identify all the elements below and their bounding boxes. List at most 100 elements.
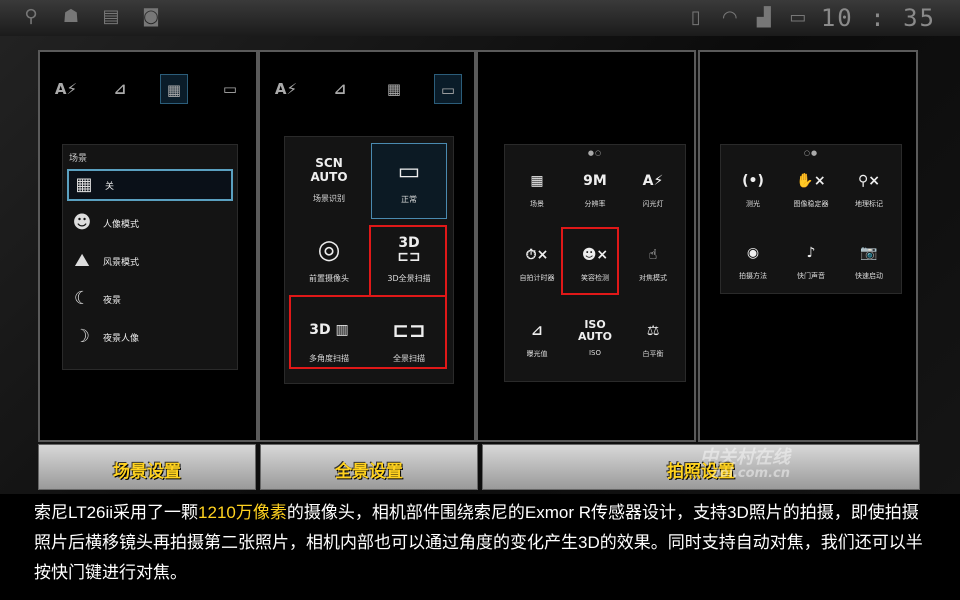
watermark-sub: zol.com.cn [712, 466, 790, 481]
setting-focus-mode[interactable]: ☝ 对焦模式 [625, 233, 681, 293]
setting-label: 快速启动 [855, 272, 883, 280]
setting-quick-launch[interactable]: 📷 快速启动 [841, 231, 897, 291]
capture-mode-menu: SCN AUTO 场景识别 ▭ 正常 ◎ 前置摄像头 3D ⊏⊐ 3D全景扫描 … [284, 136, 454, 384]
setting-label: 曝光值 [526, 350, 548, 358]
highlight-frame [561, 227, 619, 295]
setting-capture-method[interactable]: ◉ 拍摄方法 [725, 231, 781, 291]
setting-label: 场景 [530, 200, 544, 208]
capture-mode-panel: A⚡ ⊿ ▦ ▭ SCN AUTO 场景识别 ▭ 正常 ◎ 前置摄像头 3D ⊏… [258, 50, 476, 442]
music-note-icon: ♪ [806, 245, 816, 261]
capture-mode-icon[interactable]: ▭ [434, 74, 462, 104]
setting-label: 地理标记 [855, 200, 883, 208]
exposure-icon: ⊿ [531, 323, 543, 339]
settings-menu: ○● (•) 测光 ✋× 图像稳定器 ⚲× 地理标记 ◉ 拍摄方法 ♪ 快门声音 [720, 144, 902, 294]
flash-auto-icon: A⚡ [642, 173, 664, 189]
resolution-icon: 9M [583, 173, 607, 189]
setting-label: 分辨率 [584, 200, 606, 208]
usb-icon: ⚲ [24, 6, 38, 27]
flash-auto-icon[interactable]: A⚡ [52, 74, 80, 104]
front-camera-icon: ◎ [317, 235, 341, 265]
settings-panel-2: ○● (•) 测光 ✋× 图像稳定器 ⚲× 地理标记 ◉ 拍摄方法 ♪ 快门声音 [698, 50, 918, 442]
camera-app-icon: ◙ [142, 6, 160, 27]
watermark-logo: 中关村在线 zol.com.cn [700, 447, 790, 482]
scene-item-label: 人像模式 [103, 219, 140, 230]
grid-icon: ▦ [75, 174, 93, 195]
mode-scene-recognition[interactable]: SCN AUTO 场景识别 [291, 143, 367, 219]
mode-front-camera[interactable]: ◎ 前置摄像头 [291, 223, 367, 299]
clock: 10 : 35 [820, 4, 936, 32]
setting-self-timer[interactable]: ⏱× 自拍计时器 [509, 233, 565, 293]
setting-geotag[interactable]: ⚲× 地理标记 [841, 159, 897, 219]
setting-metering[interactable]: (•) 测光 [725, 159, 781, 219]
watermark-main: 中关村在线 [700, 447, 790, 468]
caption-panorama: 全景设置 [260, 444, 478, 490]
setting-white-balance[interactable]: ⚖ 白平衡 [625, 309, 681, 369]
mode-label: 场景识别 [313, 194, 345, 203]
scene-item-night[interactable]: ☾ 夜景 [67, 283, 233, 315]
caption-scene: 场景设置 [38, 444, 256, 490]
screenshot-stage: A⚡ ⊿ ▦ ▭ 场景 ▦ 关 ☻ 人像模式 ⛰ 风景模式 ☾ 夜景 ☽ 夜景人… [0, 36, 960, 494]
stabilizer-icon: ✋× [796, 173, 826, 189]
page-indicator: ○● [803, 149, 819, 157]
portrait-icon: ☻ [72, 212, 92, 233]
camera-toolbar: A⚡ ⊿ ▦ ▭ [260, 74, 474, 106]
geotag-icon: ⚲× [858, 173, 880, 189]
setting-label: ISO [588, 349, 602, 357]
setting-label: 自拍计时器 [519, 274, 555, 282]
scene-item-label: 关 [105, 181, 115, 192]
scenes-icon[interactable]: ▦ [160, 74, 188, 104]
scene-item-landscape[interactable]: ⛰ 风景模式 [67, 245, 233, 277]
scenes-icon[interactable]: ▦ [380, 74, 408, 104]
setting-iso[interactable]: ISO AUTO ISO [567, 309, 623, 369]
setting-label: 拍摄方法 [739, 272, 767, 280]
scene-menu-title: 场景 [69, 154, 88, 164]
desc-text: 索尼LT26ii采用了一颗 [34, 503, 199, 522]
scene-panel: A⚡ ⊿ ▦ ▭ 场景 ▦ 关 ☻ 人像模式 ⛰ 风景模式 ☾ 夜景 ☽ 夜景人… [38, 50, 258, 442]
scene-menu: 场景 ▦ 关 ☻ 人像模式 ⛰ 风景模式 ☾ 夜景 ☽ 夜景人像 [62, 144, 238, 370]
scene-item-off[interactable]: ▦ 关 [67, 169, 233, 201]
battery-icon: ▭ [789, 7, 807, 28]
mode-label: 前置摄像头 [309, 274, 349, 283]
scene-item-night-portrait[interactable]: ☽ 夜景人像 [67, 321, 233, 353]
capture-method-icon: ◉ [746, 245, 760, 261]
touch-focus-icon: ☝ [648, 247, 658, 263]
exposure-icon[interactable]: ⊿ [106, 74, 134, 104]
signal-icon: ▟ [756, 7, 771, 28]
setting-exposure[interactable]: ⊿ 曝光值 [509, 309, 565, 369]
night-portrait-icon: ☽ [73, 326, 91, 347]
iso-auto-icon: ISO AUTO [578, 318, 612, 343]
normal-mode-icon: ▭ [397, 157, 421, 185]
setting-resolution[interactable]: 9M 分辨率 [567, 159, 623, 219]
setting-label: 闪光灯 [642, 200, 664, 208]
mode-label: 正常 [401, 195, 417, 204]
flash-auto-icon[interactable]: A⚡ [272, 74, 300, 104]
setting-shutter-sound[interactable]: ♪ 快门声音 [783, 231, 839, 291]
caption-label: 全景设置 [335, 462, 403, 482]
quick-launch-icon: 📷 [860, 245, 878, 261]
setting-scene[interactable]: ▦ 场景 [509, 159, 565, 219]
page-indicator: ●○ [587, 149, 603, 157]
caption-label: 场景设置 [113, 462, 181, 482]
camera-toolbar: A⚡ ⊿ ▦ ▭ [40, 74, 256, 106]
sd-card-icon: ▤ [102, 6, 120, 27]
desc-highlight: 1210万像素 [198, 503, 287, 522]
scene-item-label: 风景模式 [103, 257, 140, 268]
scn-auto-icon: SCN AUTO [310, 156, 348, 184]
settings-menu: ●○ ▦ 场景 9M 分辨率 A⚡ 闪光灯 ⏱× 自拍计时器 ☻× 笑容检测 ☝… [504, 144, 686, 382]
exposure-icon[interactable]: ⊿ [326, 74, 354, 104]
self-timer-icon: ⏱× [525, 247, 549, 263]
white-balance-icon: ⚖ [646, 323, 660, 339]
landscape-icon: ⛰ [74, 250, 90, 271]
setting-stabilizer[interactable]: ✋× 图像稳定器 [783, 159, 839, 219]
setting-flash[interactable]: A⚡ 闪光灯 [625, 159, 681, 219]
article-paragraph: 索尼LT26ii采用了一颗1210万像素的摄像头，相机部件围绕索尼的Exmor … [34, 498, 934, 588]
setting-label: 白平衡 [642, 350, 664, 358]
mode-normal[interactable]: ▭ 正常 [371, 143, 447, 219]
highlight-frame [369, 225, 447, 297]
scene-item-portrait[interactable]: ☻ 人像模式 [67, 207, 233, 239]
status-bar: ⚲ ☗ ▤ ◙ ▯ ◠ ▟ ▭ 10 : 35 [0, 0, 960, 36]
night-icon: ☾ [73, 288, 91, 309]
sim-icon: ▯ [690, 7, 701, 28]
capture-mode-icon[interactable]: ▭ [216, 74, 244, 104]
scene-item-label: 夜景人像 [103, 333, 140, 344]
